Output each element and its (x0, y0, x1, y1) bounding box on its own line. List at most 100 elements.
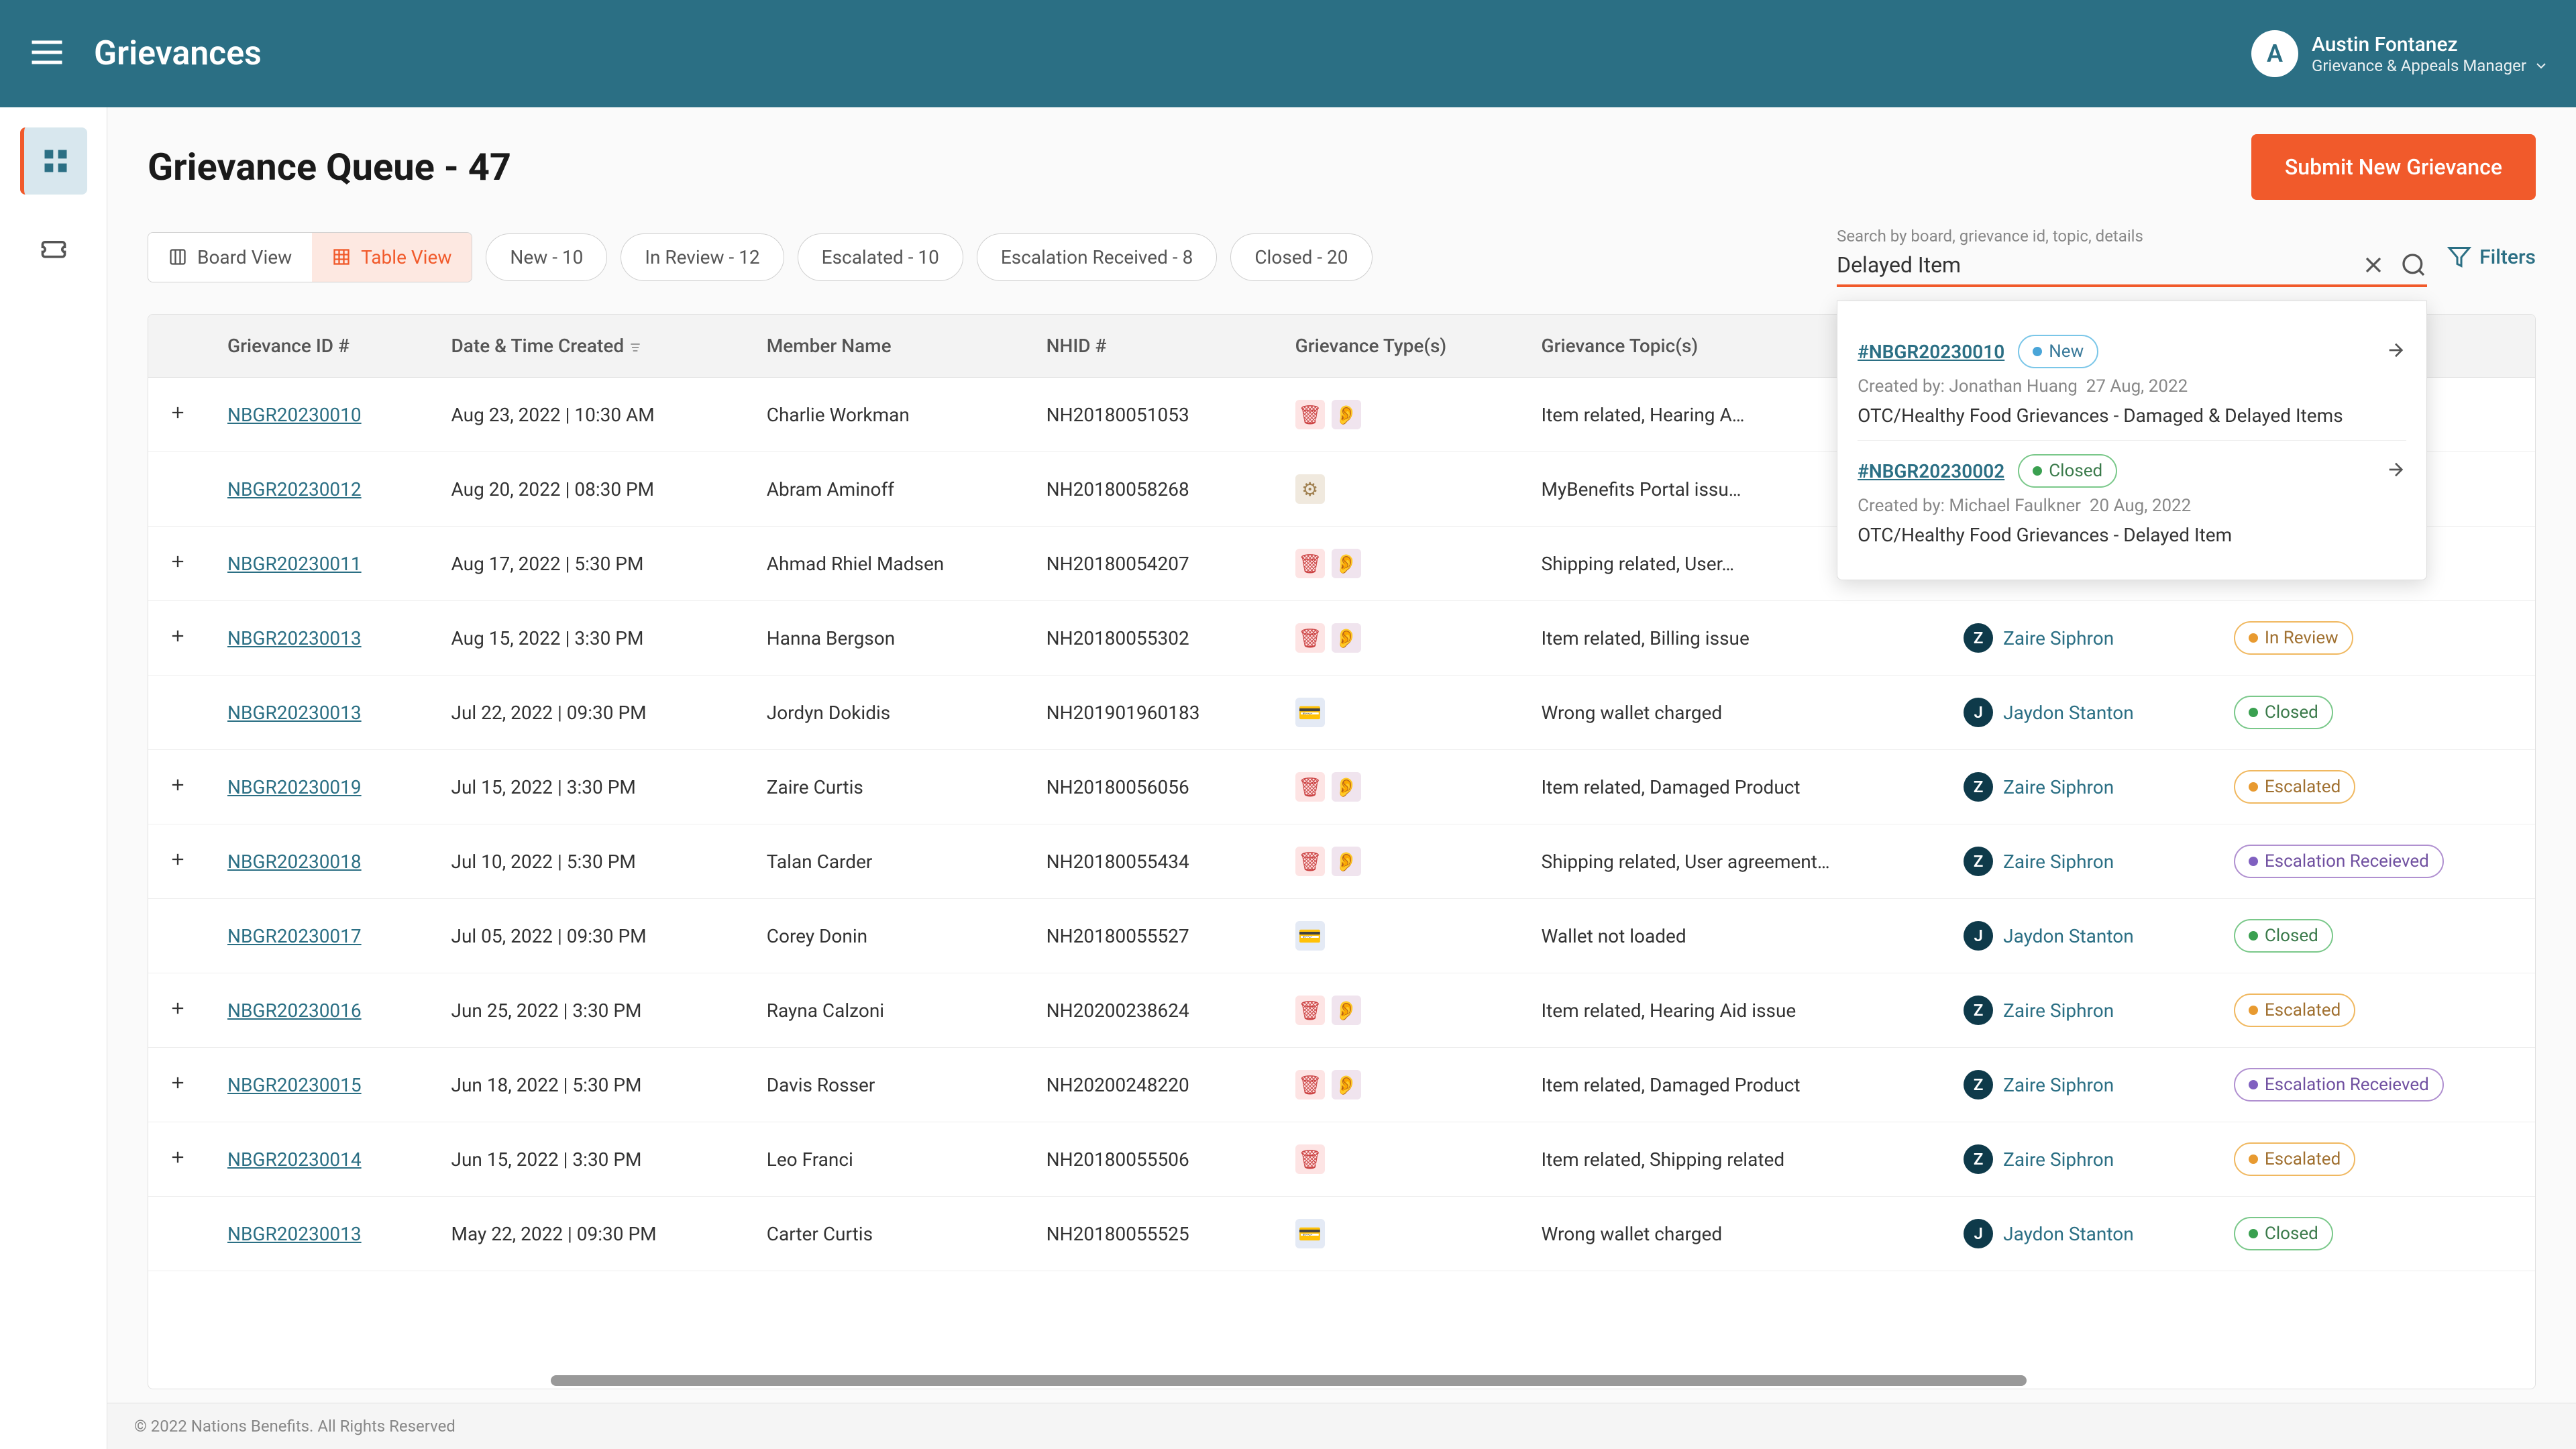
search-icon[interactable] (2400, 252, 2427, 278)
pill-escalation-received[interactable]: Escalation Received - 8 (977, 233, 1217, 281)
expand-toggle[interactable] (148, 601, 207, 676)
grievance-id-link[interactable]: NBGR20230014 (227, 1148, 362, 1171)
status-badge: New (2018, 335, 2098, 368)
pill-new[interactable]: New - 10 (486, 233, 607, 281)
table-view-button[interactable]: Table View (312, 233, 472, 282)
cell-member: Charlie Workman (747, 378, 1026, 452)
table-row[interactable]: NBGR20230013 Jul 22, 2022 | 09:30 PM Jor… (148, 676, 2535, 750)
cell-assignee[interactable]: JJaydon Stanton (1943, 676, 2214, 750)
grievance-id-link[interactable]: NBGR20230017 (227, 925, 362, 947)
expand-toggle[interactable] (148, 378, 207, 452)
search-result-item[interactable]: #NBGR20230010 New Created by: Jonathan H… (1858, 321, 2406, 441)
cell-assignee[interactable]: ZZaire Siphron (1943, 824, 2214, 899)
search-result-item[interactable]: #NBGR20230002 Closed Created by: Michael… (1858, 441, 2406, 559)
grievance-id-link[interactable]: NBGR20230013 (227, 702, 362, 724)
search-dropdown: #NBGR20230010 New Created by: Jonathan H… (1837, 301, 2427, 580)
pill-in-review[interactable]: In Review - 12 (621, 233, 784, 281)
cell-types: 💳 (1275, 899, 1521, 973)
cell-member: Leo Franci (747, 1122, 1026, 1197)
grievance-id-link[interactable]: NBGR20230016 (227, 1000, 362, 1022)
cell-nhid: NH201901960183 (1026, 676, 1275, 750)
expand-toggle[interactable] (148, 824, 207, 899)
type-icon-wallet: 💳 (1295, 698, 1325, 727)
cell-member: Rayna Calzoni (747, 973, 1026, 1048)
grievance-id-link[interactable]: NBGR20230012 (227, 478, 362, 500)
expand-toggle[interactable] (148, 1197, 207, 1271)
pill-escalated[interactable]: Escalated - 10 (798, 233, 963, 281)
cell-assignee[interactable]: JJaydon Stanton (1943, 1197, 2214, 1271)
cell-date: Aug 15, 2022 | 3:30 PM (431, 601, 747, 676)
cell-date: Jun 15, 2022 | 3:30 PM (431, 1122, 747, 1197)
sidebar (0, 107, 107, 1449)
column-header[interactable]: NHID # (1026, 315, 1275, 378)
cell-types: 🗑👂 (1275, 527, 1521, 601)
cell-assignee[interactable]: ZZaire Siphron (1943, 601, 2214, 676)
grievance-id-link[interactable]: NBGR20230013 (227, 627, 362, 649)
expand-toggle[interactable] (148, 527, 207, 601)
grievance-id-link[interactable]: NBGR20230015 (227, 1074, 362, 1096)
expand-toggle[interactable] (148, 899, 207, 973)
board-view-button[interactable]: Board View (148, 233, 312, 282)
cell-nhid: NH20180055302 (1026, 601, 1275, 676)
result-id-link[interactable]: #NBGR20230002 (1858, 460, 2004, 482)
grievance-id-link[interactable]: NBGR20230019 (227, 776, 362, 798)
horizontal-scrollbar[interactable] (551, 1375, 2027, 1386)
column-header[interactable]: Grievance ID # (207, 315, 431, 378)
grievance-id-link[interactable]: NBGR20230018 (227, 851, 362, 873)
table-row[interactable]: NBGR20230018 Jul 10, 2022 | 5:30 PM Tala… (148, 824, 2535, 899)
cell-nhid: NH20180055525 (1026, 1197, 1275, 1271)
type-icon-hear: 👂 (1332, 772, 1361, 802)
cell-status: Escalated (2214, 973, 2535, 1048)
filters-button[interactable]: Filters (2447, 245, 2536, 269)
cell-assignee[interactable]: ZZaire Siphron (1943, 750, 2214, 824)
column-header[interactable]: Member Name (747, 315, 1026, 378)
table-row[interactable]: NBGR20230015 Jun 18, 2022 | 5:30 PM Davi… (148, 1048, 2535, 1122)
expand-toggle[interactable] (148, 676, 207, 750)
table-icon (332, 248, 351, 266)
column-header[interactable]: Grievance Type(s) (1275, 315, 1521, 378)
cell-assignee[interactable]: ZZaire Siphron (1943, 1122, 2214, 1197)
table-row[interactable]: NBGR20230013 May 22, 2022 | 09:30 PM Car… (148, 1197, 2535, 1271)
cell-assignee[interactable]: ZZaire Siphron (1943, 973, 2214, 1048)
table-row[interactable]: NBGR20230016 Jun 25, 2022 | 3:30 PM Rayn… (148, 973, 2535, 1048)
hamburger-menu-icon[interactable] (27, 32, 67, 75)
result-desc: OTC/Healthy Food Grievances - Damaged & … (1858, 405, 2406, 427)
grievance-id-link[interactable]: NBGR20230010 (227, 404, 362, 426)
cell-member: Zaire Curtis (747, 750, 1026, 824)
expand-toggle[interactable] (148, 973, 207, 1048)
expand-toggle[interactable] (148, 1048, 207, 1122)
sidebar-item-tickets[interactable] (20, 215, 87, 282)
grievance-id-link[interactable]: NBGR20230013 (227, 1223, 362, 1245)
type-icon-otc: 🗑 (1295, 996, 1325, 1025)
cell-types: 🗑👂 (1275, 973, 1521, 1048)
clear-icon[interactable] (2360, 252, 2387, 278)
cell-topics: Item related, Damaged Product (1521, 750, 1944, 824)
type-icon-wallet: 💳 (1295, 1219, 1325, 1248)
expand-toggle[interactable] (148, 750, 207, 824)
cell-types: ⚙ (1275, 452, 1521, 527)
submit-grievance-button[interactable]: Submit New Grievance (2251, 134, 2536, 200)
expand-toggle[interactable] (148, 1122, 207, 1197)
cell-nhid: NH20200238624 (1026, 973, 1275, 1048)
pill-closed[interactable]: Closed - 20 (1230, 233, 1372, 281)
cell-topics: Item related, Hearing Aid issue (1521, 973, 1944, 1048)
cell-assignee[interactable]: JJaydon Stanton (1943, 899, 2214, 973)
table-row[interactable]: NBGR20230019 Jul 15, 2022 | 3:30 PM Zair… (148, 750, 2535, 824)
result-id-link[interactable]: #NBGR20230010 (1858, 341, 2004, 363)
search-input[interactable] (1837, 246, 2360, 284)
expand-toggle[interactable] (148, 452, 207, 527)
grievance-id-link[interactable]: NBGR20230011 (227, 553, 362, 575)
table-row[interactable]: NBGR20230014 Jun 15, 2022 | 3:30 PM Leo … (148, 1122, 2535, 1197)
table-row[interactable]: NBGR20230013 Aug 15, 2022 | 3:30 PM Hann… (148, 601, 2535, 676)
cell-status: Escalation Receieved (2214, 824, 2535, 899)
cell-member: Davis Rosser (747, 1048, 1026, 1122)
type-icon-otc: 🗑 (1295, 772, 1325, 802)
avatar: A (2251, 30, 2298, 77)
table-row[interactable]: NBGR20230017 Jul 05, 2022 | 09:30 PM Cor… (148, 899, 2535, 973)
user-menu[interactable]: A Austin Fontanez Grievance & Appeals Ma… (2251, 30, 2549, 77)
cell-assignee[interactable]: ZZaire Siphron (1943, 1048, 2214, 1122)
sidebar-item-dashboard[interactable] (20, 127, 87, 195)
cell-date: Aug 23, 2022 | 10:30 AM (431, 378, 747, 452)
cell-topics: Wallet not loaded (1521, 899, 1944, 973)
column-header[interactable]: Date & Time Created (431, 315, 747, 378)
